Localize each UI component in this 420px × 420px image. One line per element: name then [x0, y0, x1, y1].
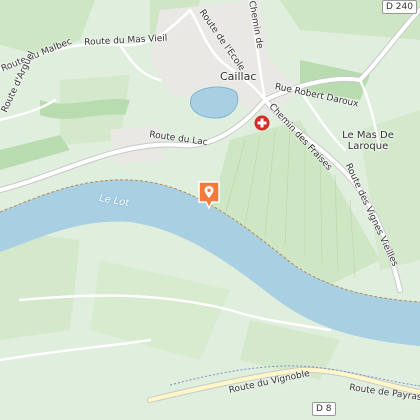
forest-patch	[0, 135, 70, 170]
map-layer	[0, 0, 420, 403]
map-pin-icon[interactable]	[197, 180, 221, 210]
town-label-caillac: Caillac	[220, 70, 257, 83]
road-shield-d8: D 8	[312, 402, 336, 416]
place-label-mas-de-laroque: Le Mas De Laroque	[342, 130, 394, 152]
pharmacy-cross-icon[interactable]	[254, 115, 270, 131]
map-canvas[interactable]: Route du Malbec Route du Mas Vieil Route…	[0, 0, 420, 420]
lake	[190, 86, 239, 119]
road-shield-d240: D 240	[382, 0, 417, 14]
